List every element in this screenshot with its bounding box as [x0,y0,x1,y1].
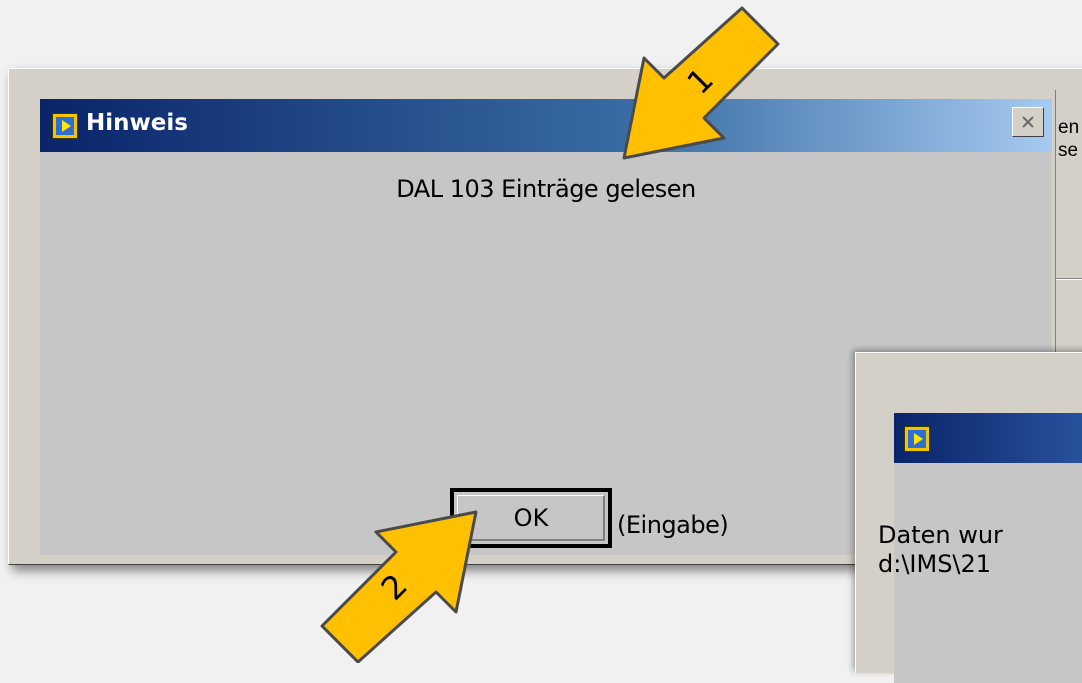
shortcut-hint: (Eingabe) [617,511,729,539]
dialog-message: DAL 103 Einträge gelesen [396,175,696,203]
app-icon [904,426,930,452]
second-dialog-text-line2: d:\IMS\21 [878,550,992,578]
background-text-line1: en [1058,117,1080,138]
close-icon [1022,116,1034,128]
dialog-titlebar[interactable]: Hinweis [40,99,1052,152]
divider-highlight [1056,279,1082,280]
dialog-title: Hinweis [86,110,188,136]
app-icon [52,113,78,139]
second-dialog: Daten wur d:\IMS\21 [855,352,1082,683]
ok-button[interactable]: OK [450,488,612,548]
second-dialog-text-line1: Daten wur [878,521,1003,549]
arrow-2-label: 2 [373,566,415,608]
close-button[interactable] [1012,107,1044,137]
background-text-line2: se [1058,140,1079,161]
second-dialog-titlebar[interactable] [894,413,1082,463]
ok-button-label: OK [513,504,549,532]
